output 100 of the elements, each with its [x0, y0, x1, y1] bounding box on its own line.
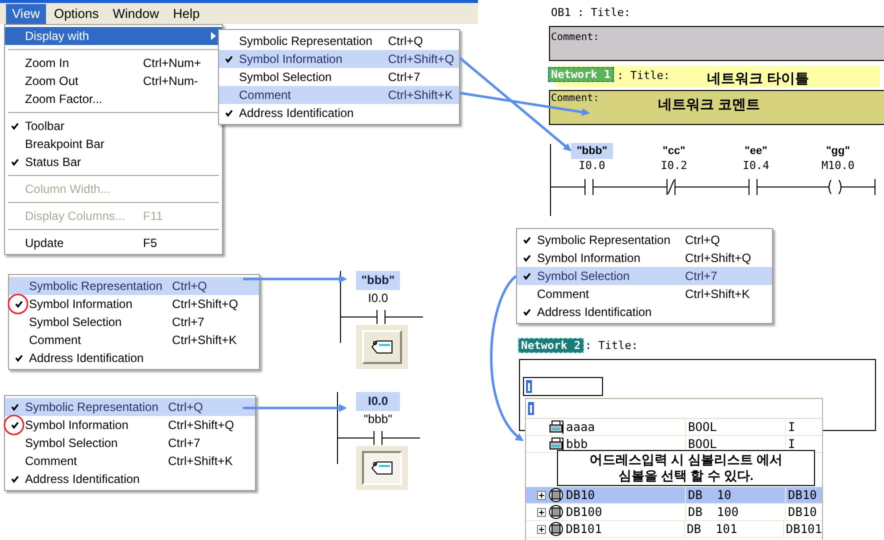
symbol-label: "cc"	[662, 144, 686, 159]
network-comment: 네트워크 코멘트	[658, 95, 760, 114]
menu-item[interactable]: Symbol Information Ctrl+Shift+Q	[517, 249, 772, 267]
checkmark-icon	[11, 403, 19, 411]
list-row[interactable]: DB101 DB 101 DB101	[526, 521, 822, 538]
shortcut-text: Ctrl+Q	[172, 278, 208, 295]
menu-item-label: Symbol Information	[537, 250, 640, 267]
symbol-label: I0.0	[356, 392, 400, 411]
menu-item-label: Breakpoint Bar	[25, 136, 104, 153]
menu-item[interactable]: Symbol Selection Ctrl+7	[9, 313, 259, 331]
menu-item-label: Symbolic Representation	[29, 278, 162, 295]
checkmark-icon	[11, 158, 19, 166]
menu-item-label: Update	[25, 235, 64, 252]
menu-item[interactable]: Status Bar	[5, 153, 222, 171]
menu-item-label: Zoom Factor...	[25, 91, 102, 108]
menu-item[interactable]: Symbol Selection Ctrl+7	[517, 267, 772, 285]
symbol-name: DB100	[566, 504, 604, 521]
menu-item[interactable]: Update F5	[5, 234, 222, 252]
submenu-arrow-icon	[211, 32, 216, 40]
menu-item[interactable]: Symbolic Representation Ctrl+Q	[517, 231, 772, 249]
menu-item[interactable]: Address Identification	[9, 349, 259, 367]
menu-item-label: Address Identification	[239, 105, 354, 122]
menu-item-label: Zoom Out	[25, 73, 78, 90]
checkmark-icon	[523, 236, 531, 244]
menu-item[interactable]: Symbolic Representation Ctrl+Q	[5, 398, 255, 416]
menu-item-label: Symbolic Representation	[537, 232, 670, 249]
symbol-name: DB101	[566, 521, 603, 538]
symbol-label: "bbb"	[570, 143, 614, 159]
shortcut-text: Ctrl+Shift+Q	[172, 296, 238, 313]
menu-item[interactable]: Comment Ctrl+Shift+K	[9, 331, 259, 349]
list-row[interactable]: DB100 DB 100 DB10	[526, 504, 822, 521]
menu-item-label: Toolbar	[25, 118, 64, 135]
menu-item[interactable]: Comment Ctrl+Shift+K	[517, 285, 772, 303]
address-label: I0.0	[368, 290, 388, 306]
shortcut-text: Ctrl+Shift+K	[168, 453, 233, 470]
menu-item[interactable]: Toolbar	[5, 117, 222, 135]
menu-item[interactable]: Symbol Information Ctrl+Shift+Q	[9, 295, 259, 313]
menu-bar-item[interactable]: Window	[106, 4, 166, 24]
network-label[interactable]: Network 2	[518, 338, 584, 353]
checkmark-icon	[11, 122, 19, 130]
tag-icon	[371, 461, 393, 475]
symbol-type: DB 101	[684, 520, 783, 538]
expand-icon	[537, 508, 546, 516]
menu-item[interactable]: Display with	[5, 27, 222, 45]
shortcut-text: Ctrl+Shift+K	[172, 332, 237, 349]
comment-box[interactable]: Comment: 네트워크 코멘트	[549, 90, 884, 125]
menu-item[interactable]: Symbol Selection Ctrl+7	[219, 68, 459, 86]
toolbar-button[interactable]	[356, 446, 408, 490]
menu-item[interactable]: Address Identification	[517, 303, 772, 321]
menu-item[interactable]: Comment Ctrl+Shift+K	[219, 86, 459, 104]
menu-item[interactable]: Address Identification	[219, 104, 459, 122]
menu-item[interactable]: Symbolic Representation Ctrl+Q	[219, 32, 459, 50]
symbol-type: DB 100	[685, 503, 785, 521]
menu-item[interactable]: Symbol Information Ctrl+Shift+Q	[5, 416, 255, 434]
menu-item[interactable]: Zoom Factor...	[5, 90, 222, 108]
menu-item-label: Comment	[25, 453, 78, 470]
menu-item-label: Zoom In	[25, 55, 70, 72]
address-label: I0.0	[578, 159, 606, 173]
symbol-type: BOOL	[685, 418, 785, 436]
toolbar-button[interactable]	[356, 325, 408, 369]
expand-icon	[536, 524, 546, 534]
address-label: I0.2	[660, 159, 688, 173]
menu-item[interactable]: Symbol Selection Ctrl+7	[5, 434, 255, 452]
shortcut-text: Ctrl+7	[685, 268, 718, 285]
comment-label: Comment:	[551, 92, 600, 106]
block-icon	[548, 522, 564, 536]
menu-item[interactable]: Symbol Information Ctrl+Shift+Q	[219, 50, 459, 68]
symbol-name: aaaa	[566, 419, 596, 436]
menu-item-label: Comment	[537, 286, 590, 303]
menu-bar-item[interactable]: Help	[167, 4, 206, 24]
menu-item[interactable]: Zoom Out Ctrl+Num-	[5, 72, 222, 90]
tag-icon	[371, 340, 393, 354]
menu-item[interactable]: Comment Ctrl+Shift+K	[5, 452, 255, 470]
symbol-name: DB10	[566, 487, 596, 504]
menu-item-label: Symbol Selection	[537, 268, 630, 285]
title-label: : Title:	[617, 68, 670, 83]
checkmark-icon	[523, 254, 531, 262]
checkmark-icon	[11, 421, 19, 429]
list-row[interactable]: DB10 DB 10 DB10	[526, 487, 822, 504]
menu-bar-item[interactable]: View	[6, 4, 46, 24]
menu-item-label: Address Identification	[29, 350, 144, 367]
menu-item-label: Comment	[239, 87, 292, 104]
menu-item-label: Symbol Selection	[239, 69, 332, 86]
menu-item-label: Symbolic Representation	[239, 33, 372, 50]
list-row[interactable]: aaaa BOOL I	[526, 419, 822, 436]
menu-item-label: Symbol Selection	[25, 435, 118, 452]
menu-item[interactable]: Breakpoint Bar	[5, 135, 222, 153]
shortcut-text: Ctrl+Shift+Q	[685, 250, 752, 267]
menu-item-label: Status Bar	[25, 154, 82, 171]
menu-item-label: Symbol Information	[239, 51, 342, 68]
list-input[interactable]	[526, 399, 822, 419]
comment-label: Comment:	[550, 32, 600, 43]
comment-box[interactable]: Comment:	[549, 26, 884, 61]
menu-item[interactable]: Zoom In Ctrl+Num+	[5, 54, 222, 72]
menu-item[interactable]: Address Identification	[5, 470, 255, 488]
menu-bar-item[interactable]: Options	[48, 4, 105, 24]
menu-item-label: Address Identification	[537, 304, 652, 321]
menu-item[interactable]: Symbolic Representation Ctrl+Q	[9, 277, 259, 295]
address-input[interactable]	[523, 377, 603, 396]
block-title: OB1 : Title:	[551, 5, 630, 21]
